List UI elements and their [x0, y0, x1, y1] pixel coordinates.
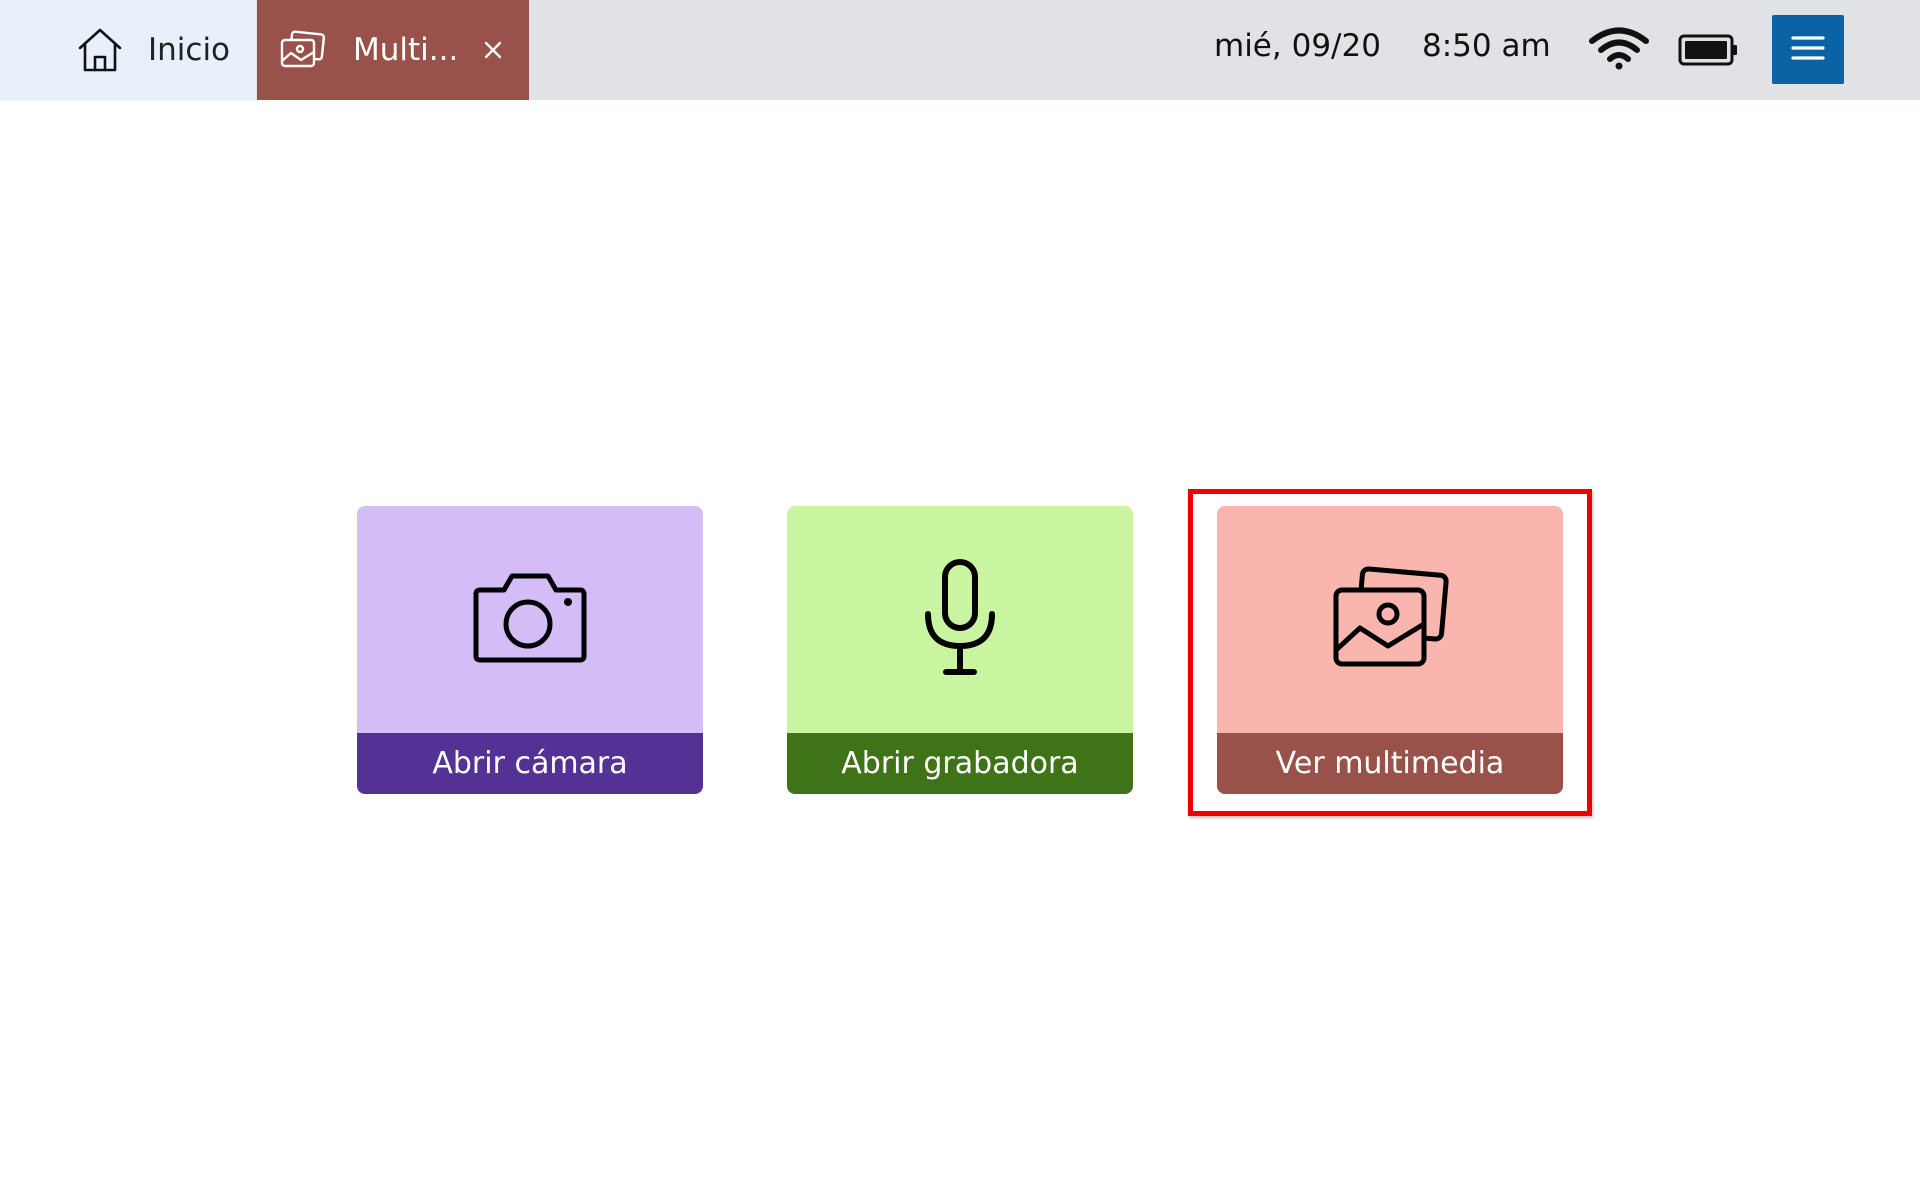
- images-icon: [1330, 565, 1450, 674]
- microphone-icon: [920, 558, 1000, 682]
- home-icon: [76, 26, 124, 74]
- card-label: Abrir cámara: [357, 733, 703, 794]
- open-recorder-button[interactable]: Abrir grabadora: [787, 506, 1133, 794]
- battery-icon: [1678, 34, 1738, 70]
- tab-home-label: Inicio: [148, 32, 231, 68]
- top-bar: Inicio Multi... mié, 09/20 8:50 am: [0, 0, 1920, 100]
- card-label: Ver multimedia: [1217, 733, 1563, 794]
- status-time: 8:50 am: [1422, 28, 1551, 64]
- hamburger-menu-icon: [1790, 34, 1826, 66]
- card-icon-area: [1217, 506, 1563, 733]
- tab-home[interactable]: Inicio: [0, 0, 256, 100]
- status-date: mié, 09/20: [1214, 28, 1381, 64]
- card-icon-area: [787, 506, 1133, 733]
- card-label: Abrir grabadora: [787, 733, 1133, 794]
- card-icon-area: [357, 506, 703, 733]
- images-icon: [279, 30, 327, 70]
- close-icon[interactable]: [479, 36, 507, 64]
- menu-button[interactable]: [1772, 15, 1844, 84]
- view-multimedia-button[interactable]: Ver multimedia: [1217, 506, 1563, 794]
- tab-multimedia-label: Multi...: [353, 32, 459, 68]
- tab-multimedia[interactable]: Multi...: [257, 0, 529, 100]
- camera-icon: [470, 568, 590, 672]
- wifi-icon: [1588, 26, 1650, 76]
- open-camera-button[interactable]: Abrir cámara: [357, 506, 703, 794]
